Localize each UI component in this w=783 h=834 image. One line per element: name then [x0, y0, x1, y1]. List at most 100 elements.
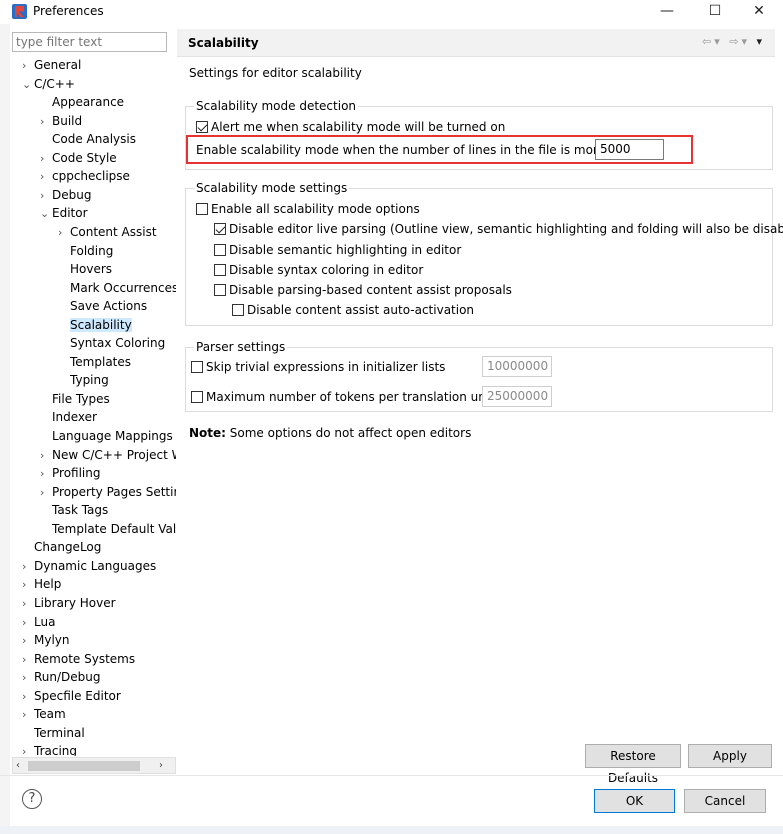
skip-trivial-checkbox[interactable] — [191, 361, 203, 373]
tree-item[interactable]: Hovers — [58, 260, 112, 278]
collapsed-chevron-icon[interactable]: › — [40, 187, 52, 205]
view-menu-icon[interactable]: ▾ — [756, 35, 765, 48]
collapsed-chevron-icon[interactable]: › — [22, 576, 34, 594]
expanded-chevron-icon[interactable]: ⌄ — [40, 205, 52, 223]
tree-item[interactable]: › Content Assist — [58, 223, 157, 241]
skip-trivial-row[interactable]: Skip trivial expressions in initializer … — [191, 359, 445, 375]
scalability-option-checkbox[interactable] — [196, 203, 208, 215]
apply-button[interactable]: Apply — [688, 744, 772, 768]
restore-defaults-button[interactable]: Restore Defaults — [585, 744, 681, 785]
close-button[interactable]: ✕ — [736, 0, 782, 24]
tree-item[interactable]: › Run/Debug — [22, 668, 101, 686]
collapsed-chevron-icon[interactable]: › — [22, 688, 34, 706]
max-tokens-row[interactable]: Maximum number of tokens per translation… — [191, 389, 498, 405]
maximize-button[interactable]: ☐ — [692, 0, 738, 24]
collapsed-chevron-icon[interactable]: › — [22, 651, 34, 669]
tree-item[interactable]: Appearance — [40, 93, 124, 111]
scalability-option-row[interactable]: Disable semantic highlighting in editor — [214, 242, 461, 258]
collapsed-chevron-icon[interactable]: › — [22, 614, 34, 632]
tree-item[interactable]: › General — [22, 56, 81, 74]
collapsed-chevron-icon[interactable]: › — [22, 57, 34, 75]
back-arrow-icon[interactable]: ⇦ — [702, 35, 714, 48]
collapsed-chevron-icon[interactable]: › — [22, 669, 34, 687]
lines-threshold-input[interactable]: 5000 — [595, 139, 664, 160]
minimize-button[interactable]: — — [644, 0, 690, 24]
ok-button[interactable]: OK — [594, 789, 675, 813]
tree-item[interactable]: › cppcheclipse — [40, 167, 130, 185]
tree-item[interactable]: › Code Style — [40, 149, 117, 167]
tree-item[interactable]: › Library Hover — [22, 594, 116, 612]
collapsed-chevron-icon[interactable]: › — [22, 558, 34, 576]
tree-item[interactable]: › Build — [40, 112, 82, 130]
tree-item[interactable]: › Debug — [40, 186, 91, 204]
expanded-chevron-icon[interactable]: ⌄ — [22, 76, 34, 94]
tree-item[interactable]: › Help — [22, 575, 61, 593]
tree-item[interactable]: Templates — [58, 353, 131, 371]
scroll-right-icon[interactable]: › — [159, 758, 163, 773]
tree-item[interactable]: › Property Pages Settir — [40, 483, 176, 501]
scalability-option-checkbox[interactable] — [232, 304, 244, 316]
alert-checkbox-row[interactable]: Alert me when scalability mode will be t… — [196, 119, 505, 135]
scalability-option-checkbox[interactable] — [214, 223, 226, 235]
tree-item[interactable]: Indexer — [40, 408, 97, 426]
tree-item[interactable]: › New C/C++ Project W — [40, 446, 176, 464]
scrollbar-thumb[interactable] — [28, 761, 140, 771]
tree-item[interactable]: › Dynamic Languages — [22, 557, 156, 575]
skip-trivial-input[interactable]: 10000000 — [482, 356, 552, 377]
tree-item[interactable]: Typing — [58, 371, 109, 389]
tree-item[interactable]: Terminal — [22, 724, 85, 742]
scalability-option-row[interactable]: Disable editor live parsing (Outline vie… — [214, 221, 783, 237]
tree-item[interactable]: File Types — [40, 390, 110, 408]
tree-item[interactable]: Folding — [58, 242, 113, 260]
scalability-option-row[interactable]: Disable syntax coloring in editor — [214, 262, 423, 278]
tree-item[interactable]: Template Default Valu — [40, 520, 176, 538]
collapsed-chevron-icon[interactable]: › — [40, 168, 52, 186]
tree-item[interactable]: ⌄ C/C++ — [22, 75, 75, 93]
collapsed-chevron-icon[interactable]: › — [40, 465, 52, 483]
tree-item[interactable]: Task Tags — [40, 501, 108, 519]
max-tokens-input[interactable]: 25000000 — [482, 386, 552, 407]
tree-item[interactable]: ChangeLog — [22, 538, 101, 556]
cancel-button[interactable]: Cancel — [684, 789, 766, 813]
tree-item[interactable]: › Specfile Editor — [22, 687, 121, 705]
help-icon[interactable]: ? — [22, 789, 42, 809]
filter-input[interactable] — [12, 32, 167, 52]
tree-horizontal-scrollbar[interactable]: ‹ › — [12, 757, 176, 774]
tree-item[interactable]: Scalability — [58, 316, 132, 334]
collapsed-chevron-icon[interactable]: › — [22, 743, 34, 756]
scalability-option-checkbox[interactable] — [214, 244, 226, 256]
collapsed-chevron-icon[interactable]: › — [22, 706, 34, 724]
collapsed-chevron-icon[interactable]: › — [40, 113, 52, 131]
collapsed-chevron-icon[interactable]: › — [58, 224, 70, 242]
scalability-option-row[interactable]: Enable all scalability mode options — [196, 201, 420, 217]
scalability-option-checkbox[interactable] — [214, 264, 226, 276]
tree-item[interactable]: Mark Occurrences — [58, 279, 176, 297]
tree-item[interactable]: ⌄ Editor — [40, 204, 88, 222]
preferences-tree[interactable]: › General ⌄ C/C++ Appearance › Build Code Analy… — [12, 56, 176, 756]
back-history-dropdown-icon[interactable]: ▾ — [714, 35, 723, 48]
tree-item[interactable]: Save Actions — [58, 297, 147, 315]
tree-item[interactable]: › Lua — [22, 613, 55, 631]
scalability-option-row[interactable]: Disable parsing-based content assist pro… — [214, 282, 512, 298]
collapsed-chevron-icon[interactable]: › — [40, 447, 52, 465]
collapsed-chevron-icon[interactable]: › — [22, 595, 34, 613]
tree-item[interactable]: › Remote Systems — [22, 650, 135, 668]
forward-arrow-icon[interactable]: ⇨ — [729, 35, 741, 48]
collapsed-chevron-icon[interactable]: › — [22, 632, 34, 650]
tree-item[interactable]: Code Analysis — [40, 130, 136, 148]
collapsed-chevron-icon[interactable]: › — [40, 150, 52, 168]
tree-item[interactable]: › Team — [22, 705, 66, 723]
max-tokens-checkbox[interactable] — [191, 391, 203, 403]
collapsed-chevron-icon[interactable]: › — [40, 484, 52, 502]
tree-item[interactable]: Language Mappings — [40, 427, 173, 445]
scalability-option-row[interactable]: Disable content assist auto-activation — [232, 302, 474, 318]
tree-item[interactable]: › Mylyn — [22, 631, 70, 649]
scroll-left-icon[interactable]: ‹ — [16, 758, 20, 773]
tree-item[interactable]: Syntax Coloring — [58, 334, 165, 352]
tree-item-label: Profiling — [52, 466, 101, 481]
tree-item[interactable]: › Tracing — [22, 742, 77, 756]
alert-checkbox[interactable] — [196, 121, 208, 133]
tree-item[interactable]: › Profiling — [40, 464, 101, 482]
forward-history-dropdown-icon[interactable]: ▾ — [741, 35, 750, 48]
scalability-option-checkbox[interactable] — [214, 284, 226, 296]
